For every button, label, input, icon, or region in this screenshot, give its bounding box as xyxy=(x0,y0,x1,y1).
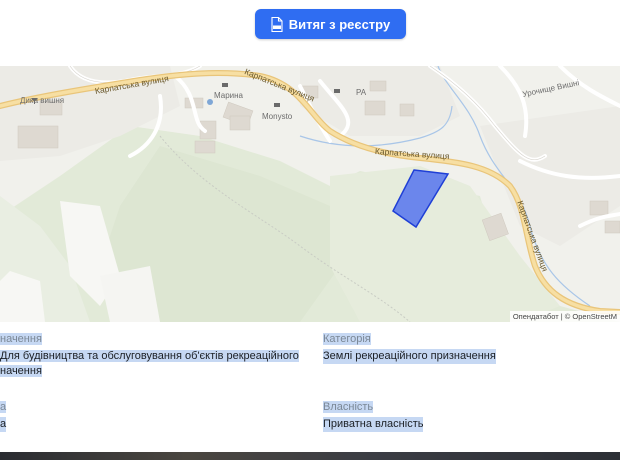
purpose-value-line-1: Для будівництва та обслуговування об'єкт… xyxy=(0,350,299,362)
map-attribution[interactable]: Опендатабот | © OpenStreetM xyxy=(509,311,620,322)
map-label-monysto: Monysto xyxy=(262,112,293,121)
map-view[interactable]: Дика вишня Марина Monysto РА Урочище Виш… xyxy=(0,66,620,322)
category-label: Категорія xyxy=(323,333,371,345)
map-base xyxy=(0,66,620,322)
ownership-value: Приватна власність xyxy=(323,417,424,432)
left-value-2: а xyxy=(0,417,7,432)
registry-extract-label: Витяг з реєстру xyxy=(288,16,391,32)
bottom-image-strip xyxy=(0,452,620,460)
category-value: Землі рекреаційного призначення xyxy=(323,349,496,364)
parcel-details: начення Для будівництва та обслуговуванн… xyxy=(0,322,620,432)
purpose-value-line-2: начення xyxy=(0,365,42,377)
map-label-ra: РА xyxy=(356,88,367,97)
map-label-dyka-vyshnia: Дика вишня xyxy=(20,96,65,105)
registry-extract-button[interactable]: Витяг з реєстру xyxy=(255,9,406,39)
pdf-file-icon xyxy=(271,16,283,32)
map-label-maryna: Марина xyxy=(214,91,243,100)
purpose-value: Для будівництва та обслуговування об'єкт… xyxy=(0,349,299,379)
purpose-label: начення xyxy=(0,333,42,345)
ownership-label: Власність xyxy=(323,401,374,413)
top-bar: Витяг з реєстру xyxy=(0,0,620,62)
left-label-2: а xyxy=(0,401,7,413)
